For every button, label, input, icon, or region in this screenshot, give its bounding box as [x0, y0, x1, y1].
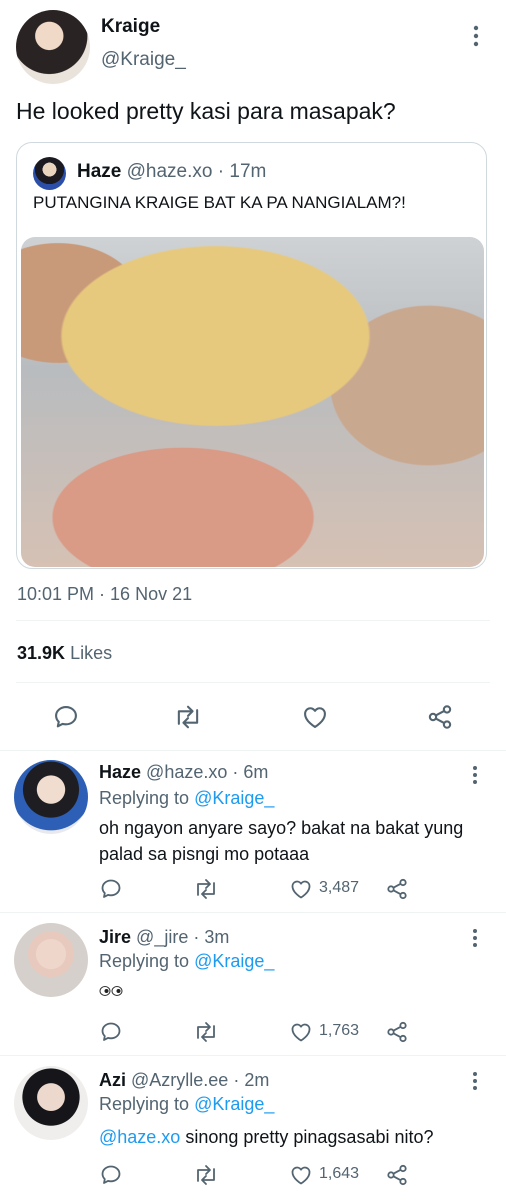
- share-icon[interactable]: [385, 877, 409, 901]
- replying-to-label: Replying to: [99, 951, 190, 971]
- likes-stat[interactable]: 31.9K Likes: [17, 643, 112, 664]
- eyes-emoji-icon: [99, 985, 123, 997]
- replying-to-line: Replying to @Kraige_: [99, 1094, 274, 1115]
- quote-author-name[interactable]: Haze: [77, 161, 121, 182]
- reply-text: oh ngayon anyare sayo? bakat na bakat yu…: [99, 818, 464, 864]
- reply-author-handle[interactable]: @haze.xo: [146, 762, 227, 782]
- replying-to-line: Replying to @Kraige_: [99, 951, 274, 972]
- like-icon[interactable]: [289, 877, 313, 901]
- retweet-icon[interactable]: [172, 703, 204, 731]
- more-options-icon[interactable]: [465, 927, 485, 949]
- reply-mention[interactable]: @haze.xo: [99, 1127, 180, 1147]
- reply-text: @haze.xo sinong pretty pinagsasabi nito?: [99, 1124, 479, 1150]
- tweet-timestamp[interactable]: 10:01 PM · 16 Nov 21: [17, 584, 192, 605]
- reply-tweet[interactable]: Azi @Azrylle.ee · 2m Replying to @Kraige…: [0, 1056, 506, 1200]
- reply-author-name[interactable]: Azi: [99, 1070, 126, 1090]
- more-options-icon[interactable]: [465, 1070, 485, 1092]
- reply-action-bar: 1,763: [99, 1020, 429, 1044]
- quote-tweet-card[interactable]: Haze @haze.xo · 17m PUTANGINA KRAIGE BAT…: [16, 142, 487, 569]
- share-icon[interactable]: [385, 1020, 409, 1044]
- reply-author-handle[interactable]: @_jire: [136, 927, 188, 947]
- tweet-text: He looked pretty kasi para masapak?: [16, 98, 396, 124]
- reply-time: 6m: [243, 762, 269, 782]
- reply-icon[interactable]: [99, 1163, 123, 1187]
- reply-author-line: Azi @Azrylle.ee · 2m: [99, 1070, 269, 1091]
- reply-avatar[interactable]: [14, 1066, 88, 1140]
- reply-separator: ·: [232, 762, 239, 782]
- reply-separator: ·: [193, 927, 200, 947]
- reply-avatar[interactable]: [14, 923, 88, 997]
- like-count: 3,487: [319, 879, 360, 896]
- quote-author-avatar[interactable]: [33, 157, 66, 190]
- replying-to-mention[interactable]: @Kraige_: [194, 788, 274, 808]
- divider: [16, 620, 490, 621]
- reply-action-bar: 3,487: [99, 877, 429, 901]
- replying-to-label: Replying to: [99, 1094, 190, 1114]
- reply-action-bar: 1,643: [99, 1163, 429, 1187]
- reply-author-name[interactable]: Jire: [99, 927, 131, 947]
- reply-text-body: sinong pretty pinagsasabi nito?: [180, 1127, 434, 1147]
- replying-to-label: Replying to: [99, 788, 190, 808]
- like-count: 1,643: [319, 1165, 360, 1182]
- reply-author-handle[interactable]: @Azrylle.ee: [131, 1070, 228, 1090]
- replying-to-mention[interactable]: @Kraige_: [194, 951, 274, 971]
- more-options-icon[interactable]: [466, 24, 486, 48]
- likes-label: Likes: [70, 643, 113, 663]
- author-handle[interactable]: @Kraige_: [101, 49, 186, 71]
- share-icon[interactable]: [385, 1163, 409, 1187]
- share-icon[interactable]: [426, 703, 454, 731]
- reply-icon[interactable]: [52, 703, 80, 731]
- like-icon[interactable]: [289, 1163, 313, 1187]
- reply-time: 2m: [244, 1070, 270, 1090]
- reply-time: 3m: [204, 927, 230, 947]
- reply-icon[interactable]: [99, 877, 123, 901]
- reply-separator: ·: [233, 1070, 240, 1090]
- quote-text: PUTANGINA KRAIGE BAT KA PA NANGIALAM?!: [33, 193, 406, 212]
- reply-avatar[interactable]: [14, 760, 88, 834]
- retweet-icon[interactable]: [192, 1163, 220, 1187]
- quote-time: 17m: [229, 161, 267, 182]
- reply-author-name[interactable]: Haze: [99, 762, 141, 782]
- more-options-icon[interactable]: [465, 764, 485, 786]
- replying-to-line: Replying to @Kraige_: [99, 788, 274, 809]
- divider: [16, 682, 490, 683]
- replying-to-mention[interactable]: @Kraige_: [194, 1094, 274, 1114]
- like-icon[interactable]: [301, 703, 329, 731]
- quote-author-handle[interactable]: @haze.xo: [127, 161, 213, 182]
- retweet-icon[interactable]: [192, 877, 220, 901]
- quote-author-line: Haze @haze.xo · 17m: [77, 161, 266, 183]
- like-count: 1,763: [319, 1022, 360, 1039]
- author-name[interactable]: Kraige: [101, 16, 160, 38]
- reply-author-line: Haze @haze.xo · 6m: [99, 762, 268, 783]
- quote-media-image[interactable]: [21, 237, 484, 567]
- reply-icon[interactable]: [99, 1020, 123, 1044]
- author-avatar[interactable]: [16, 10, 90, 84]
- likes-count: 31.9K: [17, 643, 66, 663]
- reply-tweet[interactable]: Haze @haze.xo · 6m Replying to @Kraige_ …: [0, 750, 506, 910]
- retweet-icon[interactable]: [192, 1020, 220, 1044]
- reply-tweet[interactable]: Jire @_jire · 3m Replying to @Kraige_ 1,…: [0, 913, 506, 1055]
- like-icon[interactable]: [289, 1020, 313, 1044]
- quote-separator: ·: [217, 161, 225, 182]
- reply-author-line: Jire @_jire · 3m: [99, 927, 229, 948]
